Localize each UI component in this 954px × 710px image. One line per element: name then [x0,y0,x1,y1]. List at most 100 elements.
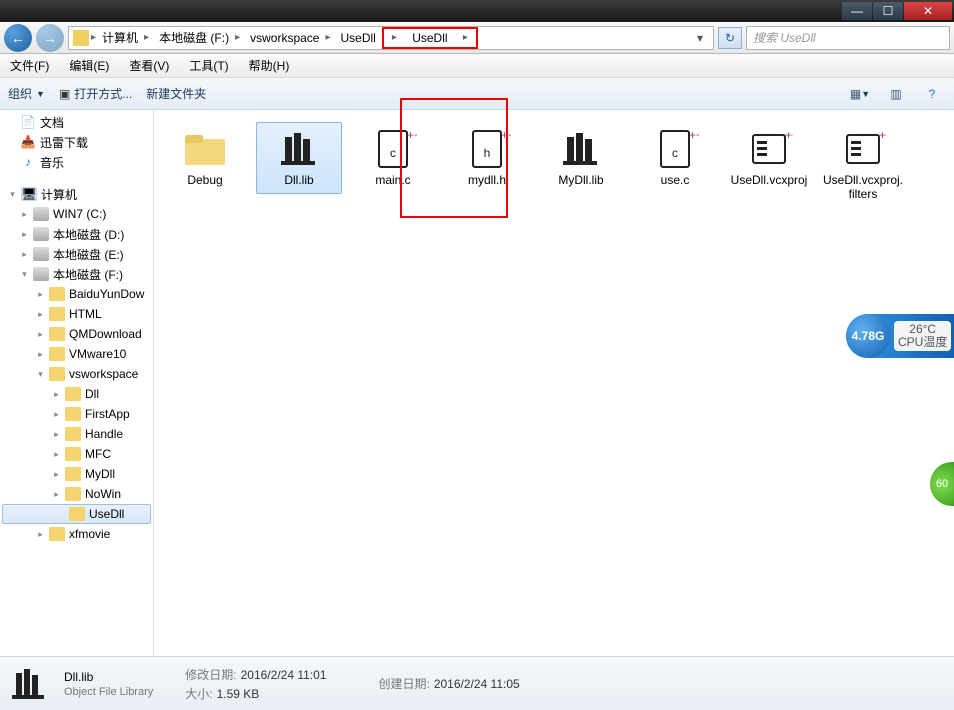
window-titlebar: — ☐ ✕ [0,0,954,22]
collapse-icon[interactable]: ▾ [8,190,17,199]
refresh-button[interactable]: ↻ [718,27,742,49]
menu-view[interactable]: 查看(V) [125,55,173,76]
vcxf-icon: ++ [839,129,887,169]
folder-icon [49,287,65,301]
svg-text:++: ++ [785,129,793,142]
drive-icon [33,227,49,241]
tree-item[interactable]: ▸VMware10 [0,344,153,364]
modified-date: 2016/2/24 11:01 [241,668,327,682]
folder-icon [73,30,89,46]
new-folder-button[interactable]: 新建文件夹 [146,85,206,102]
c-icon: c ++ [369,129,417,169]
folder-icon [65,387,81,401]
address-bar: ← → ▸ 计算机▸ 本地磁盘 (F:)▸ vsworkspace▸ UseDl… [0,22,954,54]
lib-icon [557,129,605,169]
tree-item[interactable]: ▸FirstApp [0,404,153,424]
tree-item[interactable]: ▸Dll [0,384,153,404]
maximize-button[interactable]: ☐ [873,2,903,20]
folder-icon [49,527,65,541]
breadcrumb-dropdown[interactable]: ▾ [691,31,709,45]
tree-item-computer[interactable]: ▾🖥计算机 [0,184,153,204]
file-size: 1.59 KB [217,687,260,701]
file-name: use.c [635,173,715,187]
vcx-icon: ++ [745,129,793,169]
back-button[interactable]: ← [4,24,32,52]
breadcrumb[interactable]: ▸ 计算机▸ 本地磁盘 (F:)▸ vsworkspace▸ UseDll ▸ … [68,26,714,50]
file-item[interactable]: Dll.lib [256,122,342,194]
tree-item-drive-f[interactable]: ▾本地磁盘 (F:) [0,264,153,284]
tree-item-drive-c[interactable]: ▸WIN7 (C:) [0,204,153,224]
disk-widget[interactable]: 4.78G 26°CCPU温度 [846,314,954,358]
collapse-icon[interactable]: ▾ [36,370,45,379]
tree-item-documents[interactable]: 📄文档 [0,112,153,132]
menu-tools[interactable]: 工具(T) [185,55,232,76]
folder-icon [49,367,65,381]
lib-icon [10,665,52,703]
breadcrumb-segment[interactable]: 计算机▸ [98,29,153,46]
file-item[interactable]: h++mydll.h [444,122,530,194]
forward-button[interactable]: → [36,24,64,52]
tree-item-usedll[interactable]: UseDll [2,504,151,524]
menu-help[interactable]: 帮助(H) [245,55,294,76]
organize-button[interactable]: 组织 ▼ [8,85,45,102]
view-options-button[interactable]: ▦ ▼ [846,83,874,105]
tree-item-music[interactable]: ♪音乐 [0,152,153,172]
close-button[interactable]: ✕ [904,2,952,20]
preview-pane-button[interactable]: ▥ [882,83,910,105]
tree-item[interactable]: ▸NoWin [0,484,153,504]
folder-icon [65,487,81,501]
folder-icon [65,427,81,441]
breadcrumb-highlight: ▸ UseDll ▸ [382,27,478,49]
menu-bar: 文件(F) 编辑(E) 查看(V) 工具(T) 帮助(H) [0,54,954,78]
tree-item-drive-d[interactable]: ▸本地磁盘 (D:) [0,224,153,244]
folder-icon [49,327,65,341]
file-item[interactable]: c++ use.c [632,122,718,194]
tree-item-vsworkspace[interactable]: ▾vsworkspace [0,364,153,384]
tree-item[interactable]: ▸Handle [0,424,153,444]
folder-icon [65,407,81,421]
svg-text:c: c [390,146,396,160]
file-item[interactable]: c++main.c [350,122,436,194]
document-icon: 📄 [20,115,36,129]
tree-item-thunder[interactable]: 📥迅雷下载 [0,132,153,152]
file-name: mydll.h [447,173,527,187]
breadcrumb-segment[interactable]: ▸ UseDll ▸ [388,31,472,45]
file-list[interactable]: DebugDll.libc++main.ch++mydll.hMyDll.lib… [154,110,954,656]
file-item[interactable]: MyDll.lib [538,122,624,194]
download-icon: 📥 [20,135,36,149]
tree-item[interactable]: ▸MyDll [0,464,153,484]
svg-text:++: ++ [407,129,417,142]
chevron-right-icon: ▸ [91,32,96,43]
menu-edit[interactable]: 编辑(E) [65,55,113,76]
tree-item-drive-e[interactable]: ▸本地磁盘 (E:) [0,244,153,264]
breadcrumb-segment[interactable]: vsworkspace▸ [246,31,334,45]
accelerate-widget[interactable]: 60 [930,462,954,506]
drive-icon [33,247,49,261]
help-button[interactable]: ? [918,83,946,105]
tree-item[interactable]: ▸QMDownload [0,324,153,344]
created-date: 2016/2/24 11:05 [434,677,520,691]
open-with-button[interactable]: ▣ 打开方式... [59,85,132,102]
expand-icon[interactable]: ▸ [20,250,29,259]
expand-icon[interactable]: ▸ [20,230,29,239]
file-item[interactable]: ++ UseDll.vcxproj.filters [820,122,906,208]
tree-item[interactable]: ▸BaiduYunDow [0,284,153,304]
file-name: UseDll.vcxproj.filters [823,173,903,201]
collapse-icon[interactable]: ▾ [20,270,29,279]
music-icon: ♪ [20,155,36,169]
search-input[interactable]: 搜索 UseDll [746,26,950,50]
breadcrumb-segment[interactable]: 本地磁盘 (F:)▸ [155,29,244,46]
file-item[interactable]: ++UseDll.vcxproj [726,122,812,194]
file-name: Dll.lib [259,173,339,187]
file-item[interactable]: Debug [162,122,248,194]
drive-icon [33,267,49,281]
minimize-button[interactable]: — [842,2,872,20]
navigation-tree: 📄文档 📥迅雷下载 ♪音乐 ▾🖥计算机 ▸WIN7 (C:) ▸本地磁盘 (D:… [0,110,154,656]
breadcrumb-segment[interactable]: UseDll [337,31,380,45]
c-icon: c++ [651,129,699,169]
expand-icon[interactable]: ▸ [20,210,29,219]
tree-item[interactable]: ▸xfmovie [0,524,153,544]
tree-item[interactable]: ▸HTML [0,304,153,324]
menu-file[interactable]: 文件(F) [6,55,53,76]
tree-item[interactable]: ▸MFC [0,444,153,464]
